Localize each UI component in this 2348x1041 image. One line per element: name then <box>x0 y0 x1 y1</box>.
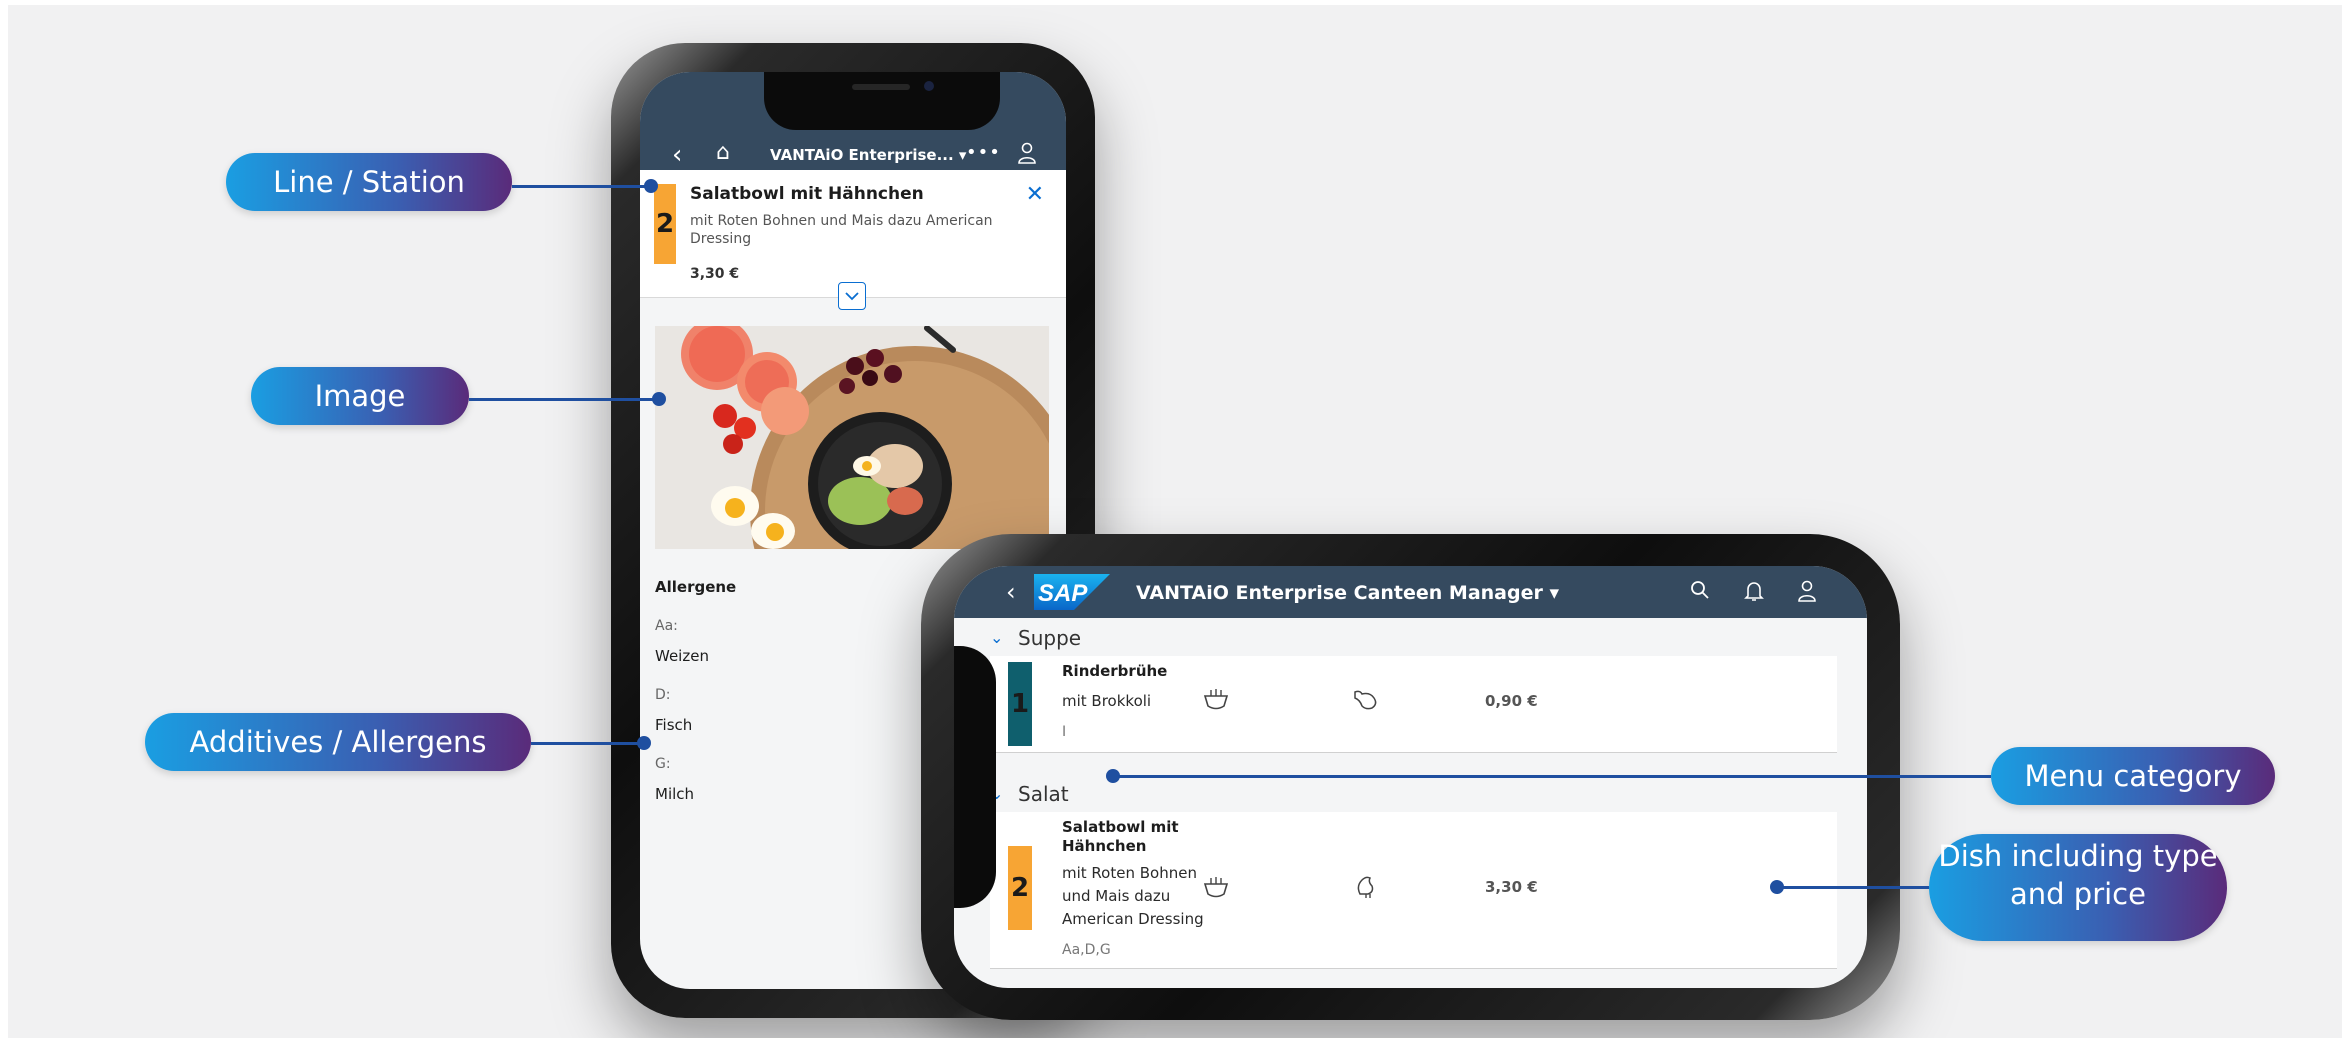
app-title: VANTAiO Enterprise... <box>770 146 954 164</box>
dish-title: Salatbowl mit Hähnchen <box>690 184 924 204</box>
leader-line <box>531 742 643 745</box>
allergen-name: Milch <box>655 785 695 803</box>
app-title-menu[interactable]: VANTAiO Enterprise... ▾ <box>770 146 966 164</box>
leader-dot <box>652 392 666 406</box>
allergen-name: Weizen <box>655 647 709 665</box>
dish-row[interactable]: 1 Rinderbrühe mit Brokkoli I 0,90 € <box>990 656 1837 753</box>
leader-line <box>512 185 650 188</box>
bell-icon[interactable] <box>1744 580 1764 607</box>
callout-menu-category: Menu category <box>1991 747 2275 805</box>
leader-dot <box>644 179 658 193</box>
menu-category-header[interactable]: ⌄ Suppe <box>978 620 1837 660</box>
line-badge: 2 <box>1008 846 1032 930</box>
allergen-code: D: <box>655 687 671 703</box>
shell-bar: ‹ SAP VANTAiO Enterprise Canteen Manager… <box>954 566 1867 618</box>
leader-line <box>1113 775 1991 778</box>
allergen-name: Fisch <box>655 716 693 734</box>
overflow-icon[interactable]: ••• <box>966 144 1001 162</box>
leader-dot <box>637 736 651 750</box>
leader-line <box>469 398 659 401</box>
home-icon[interactable]: ⌂ <box>716 142 730 164</box>
allergens-title: Allergene <box>655 578 737 596</box>
leader-line <box>1777 886 1929 889</box>
bowl-icon <box>1202 874 1230 906</box>
dish-price: 0,90 € <box>1485 692 1538 710</box>
dish-price: 3,30 € <box>690 266 740 282</box>
dish-allergens: Aa,D,G <box>1062 942 1111 958</box>
callout-line-station: Line / Station <box>226 153 512 211</box>
leader-dot <box>1106 769 1120 783</box>
callout-dish-type-price: Dish including type and price <box>1929 834 2227 941</box>
callout-image: Image <box>251 367 469 425</box>
line-badge: 1 <box>1008 662 1032 746</box>
dish-row[interactable]: 2 Salatbowl mit Hähnchen mit Roten Bohne… <box>990 812 1837 969</box>
sap-logo[interactable]: SAP <box>1034 574 1110 610</box>
leader-dot <box>1770 880 1784 894</box>
category-label: Salat <box>1018 782 1069 806</box>
callout-additives-allergens: Additives / Allergens <box>145 713 531 771</box>
chevron-left-icon[interactable]: ‹ <box>672 142 682 168</box>
presentation-canvas: ‹ ⌂ VANTAiO Enterprise... ▾ ••• 2 Salatb… <box>8 5 2342 1038</box>
app-title: VANTAiO Enterprise Canteen Manager <box>1136 582 1543 604</box>
chevron-left-icon[interactable]: ‹ <box>1006 580 1016 604</box>
bowl-icon <box>1202 686 1230 718</box>
dish-name: Salatbowl mit Hähnchen <box>1062 818 1179 855</box>
user-icon[interactable] <box>1798 580 1816 607</box>
phone-notch <box>764 72 1000 130</box>
close-icon[interactable]: ✕ <box>1026 182 1044 207</box>
search-icon[interactable] <box>1690 580 1710 605</box>
chicken-icon <box>1352 872 1380 906</box>
chevron-down-icon: ⌄ <box>990 628 1004 647</box>
camera <box>924 81 934 91</box>
dish-allergens: I <box>1062 724 1067 740</box>
caret-down-icon: ▾ <box>1549 582 1560 604</box>
speaker <box>852 84 910 90</box>
allergen-code: G: <box>655 756 671 772</box>
dish-image <box>655 326 1049 549</box>
category-label: Suppe <box>1018 626 1082 650</box>
svg-text:SAP: SAP <box>1038 580 1088 607</box>
phone-notch <box>954 646 996 908</box>
menu-category-header[interactable]: ⌄ Salat <box>978 776 1837 816</box>
dish-price: 3,30 € <box>1485 878 1538 896</box>
dish-description: mit Brokkoli <box>1062 692 1152 710</box>
dish-description: mit Roten Bohnen und Mais dazu American … <box>690 213 993 247</box>
chevron-down-icon <box>845 292 859 301</box>
dish-header: 2 Salatbowl mit Hähnchen mit Roten Bohne… <box>640 170 1066 298</box>
app-title-menu[interactable]: VANTAiO Enterprise Canteen Manager ▾ <box>1136 582 1559 604</box>
dish-description: mit Roten Bohnen und Mais dazu American … <box>1062 864 1204 928</box>
dish-name: Rinderbrühe <box>1062 662 1168 680</box>
allergen-code: Aa: <box>655 618 678 634</box>
line-badge: 2 <box>654 184 676 264</box>
collapse-header-button[interactable] <box>838 282 866 310</box>
beef-icon <box>1352 686 1380 718</box>
user-icon[interactable] <box>1018 142 1036 167</box>
